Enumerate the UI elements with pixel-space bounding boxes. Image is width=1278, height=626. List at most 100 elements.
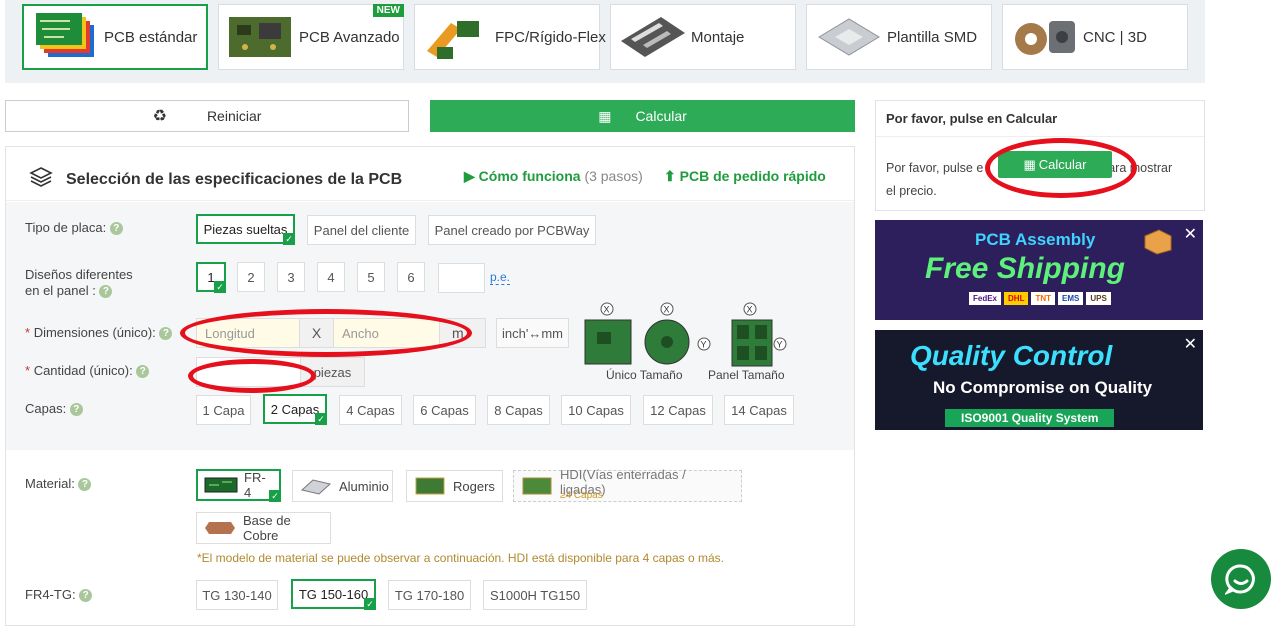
tab-pcb-advanced[interactable]: PCB Avanzado NEW (218, 4, 404, 70)
assembly-shipping-banner[interactable]: PCB Assembly Free Shipping FedEx DHL TNT… (875, 220, 1203, 320)
material-option-copper[interactable]: Base de Cobre (196, 512, 331, 544)
designs-option[interactable]: 4 (317, 262, 345, 292)
layers-option[interactable]: 12 Capas (643, 395, 713, 425)
how-steps: (3 pasos) (584, 168, 643, 184)
material-option-hdi[interactable]: HDI(Vías enterradas / ligadas) ≥4 Capas (513, 467, 742, 502)
layers-icon (29, 167, 53, 187)
calculate-button[interactable]: ▦ Calcular (430, 100, 855, 132)
layers-option[interactable]: 14 Capas (724, 395, 794, 425)
designs-option[interactable]: 5 (357, 262, 385, 292)
how-it-works-link[interactable]: ▶ Cómo funciona (3 pasos) (464, 168, 643, 185)
tg-option[interactable]: TG 130-140 (196, 580, 278, 610)
price-text-before: Por favor, pulse e (886, 161, 984, 175)
quality-control-banner[interactable]: Quality Control No Compromise on Quality… (875, 330, 1203, 430)
board-type-label: Tipo de placa: ? (25, 220, 123, 236)
dimensions-text: Dimensiones (único): (33, 325, 156, 340)
width-input[interactable]: Ancho (333, 318, 440, 348)
dimensions-label: * Dimensiones (único): ? (25, 325, 173, 341)
layers-label: Capas: ? (25, 401, 83, 417)
layers-option[interactable]: 1 Capa (196, 395, 251, 425)
designs-option[interactable]: 2 (237, 262, 265, 292)
material-label-text: FR-4 (244, 470, 266, 500)
price-text-line2: el precio. (886, 184, 937, 198)
banner-subtitle: PCB Assembly (975, 230, 1096, 249)
hdi-icon (522, 477, 552, 495)
board-type-option[interactable]: Panel creado por PCBWay (428, 215, 596, 245)
price-calculate-button[interactable]: ▦ Calcular (998, 151, 1112, 178)
tab-cnc-3d[interactable]: CNC | 3D (1002, 4, 1188, 70)
designs-custom-input[interactable] (438, 263, 485, 293)
hdi-layer-note: ≥4 Capas (560, 490, 603, 501)
reset-button[interactable]: ♻ Reiniciar (5, 100, 409, 132)
tg-option[interactable]: TG 170-180 (388, 580, 471, 610)
pe-help-link[interactable]: p.e. (490, 270, 511, 285)
help-icon[interactable]: ? (136, 365, 150, 379)
quantity-select[interactable] (196, 357, 301, 387)
y-axis-marker: Y (701, 340, 707, 350)
flex-pcb-icon (427, 21, 479, 59)
tg-option[interactable]: TG 150-160 (291, 579, 376, 610)
dimension-separator: X (299, 318, 334, 348)
tab-assembly[interactable]: Montaje (610, 4, 796, 70)
length-input[interactable]: Longitud (196, 318, 300, 348)
tab-pcb-standard[interactable]: PCB estándar (22, 4, 208, 70)
fr4-icon (204, 477, 238, 493)
material-option-rogers[interactable]: Rogers (406, 470, 503, 502)
rogers-icon (415, 477, 445, 495)
help-icon[interactable]: ? (159, 327, 173, 341)
material-label-text: Base de Cobre (243, 513, 291, 543)
material-note: *El modelo de material se puede observar… (197, 551, 724, 565)
x-axis-marker: X (604, 305, 610, 315)
layers-option[interactable]: 10 Capas (561, 395, 631, 425)
designs-label-line2-text: en el panel : (25, 283, 96, 298)
board-type-option[interactable]: Piezas sueltas (196, 214, 295, 245)
assembly-board-icon (621, 17, 685, 57)
tab-label: CNC | 3D (1083, 28, 1147, 46)
designs-option[interactable]: 1 (196, 262, 226, 293)
copper-base-icon (205, 522, 235, 534)
panel-size-illustration: X Y (731, 302, 787, 367)
designs-label-line1: Diseños diferentes (25, 267, 133, 282)
chat-button[interactable] (1211, 549, 1271, 609)
help-icon[interactable]: ? (78, 478, 92, 492)
quick-order-link[interactable]: ⬆ PCB de pedido rápido (664, 168, 826, 185)
tg-label: FR4-TG: ? (25, 587, 93, 603)
carrier-logo: EMS (1058, 292, 1084, 305)
help-icon[interactable]: ? (109, 222, 123, 236)
close-icon[interactable]: ✕ (1184, 334, 1197, 354)
close-icon[interactable]: ✕ (1184, 224, 1197, 244)
tg-option[interactable]: S1000H TG150 (483, 580, 587, 610)
required-mark: * (25, 325, 31, 340)
quantity-text: Cantidad (único): (33, 363, 133, 378)
carrier-logo: UPS (1086, 292, 1111, 305)
x-axis-marker: X (747, 305, 753, 315)
layers-option[interactable]: 2 Capas (263, 394, 327, 425)
material-option-aluminium[interactable]: Aluminio (292, 470, 393, 502)
material-label: Material: ? (25, 476, 92, 492)
tab-label: Plantilla SMD (887, 28, 978, 46)
material-option-fr4[interactable]: FR-4 (196, 469, 281, 502)
tab-label: PCB estándar (104, 28, 198, 46)
board-type-option[interactable]: Panel del cliente (307, 215, 416, 245)
layers-option[interactable]: 8 Capas (487, 395, 550, 425)
designs-option[interactable]: 6 (397, 262, 425, 292)
quantity-label: * Cantidad (único): ? (25, 363, 150, 379)
pcb-advanced-icon (229, 17, 291, 57)
recycle-icon: ♻ (152, 108, 167, 125)
unit-convert-button[interactable]: inch'↔mm (496, 318, 569, 348)
layers-option[interactable]: 6 Capas (413, 395, 476, 425)
tab-smd-stencil[interactable]: Plantilla SMD (806, 4, 992, 70)
designs-option[interactable]: 3 (277, 262, 305, 292)
layers-option[interactable]: 4 Capas (339, 395, 402, 425)
panel-size-caption: Panel Tamaño (708, 368, 785, 382)
banner-headline: Free Shipping (925, 252, 1126, 285)
help-icon[interactable]: ? (69, 403, 83, 417)
material-label-text: Rogers (453, 478, 495, 494)
help-icon[interactable]: ? (79, 589, 93, 603)
help-icon[interactable]: ? (99, 285, 113, 299)
tab-fpc-rigid-flex[interactable]: FPC/Rígido-Flex (414, 4, 606, 70)
product-tabs-bar: PCB estándar PCB Avanzado NEW FPC/Rígido… (5, 0, 1205, 83)
new-badge: NEW (372, 4, 404, 17)
tab-label: PCB Avanzado (299, 28, 400, 46)
price-box-title: Por favor, pulse en Calcular (876, 101, 1204, 137)
